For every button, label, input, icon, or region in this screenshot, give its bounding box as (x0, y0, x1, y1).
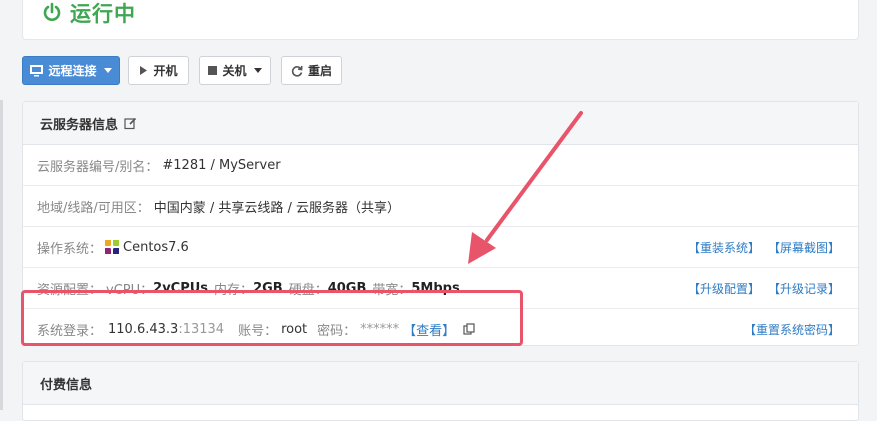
shutdown-button[interactable]: 关机 (199, 56, 271, 85)
os-value: Centos7.6 (123, 239, 189, 255)
disk-value: 40GB (327, 280, 367, 296)
edit-icon[interactable] (124, 117, 137, 130)
disk-label: 硬盘： (288, 282, 328, 298)
account-label: 账号： (238, 323, 278, 339)
view-password-link[interactable]: 【查看】 (403, 320, 455, 339)
config-actions: 【升级配置】 【升级记录】 (688, 280, 840, 297)
region-row: 地域/线路/可用区： 中国内蒙 / 共享云线路 / 云服务器（共享） (23, 186, 858, 227)
login-port: :13134 (178, 321, 225, 337)
login-ip: 110.6.43.3 (108, 321, 179, 337)
account-value: root (281, 321, 308, 337)
os-row: 操作系统： Centos7.6 【重装系统】 【屏幕截图】 (23, 227, 858, 268)
password-value: ****** (360, 321, 400, 337)
billing-card: 付费信息 (22, 361, 859, 421)
server-id-label: 云服务器编号/别名： (37, 159, 159, 175)
start-label: 开机 (153, 64, 178, 78)
reset-password-link[interactable]: 【重置系统密码】 (744, 321, 840, 338)
page-left-border (0, 100, 3, 410)
memory-value: 2GB (253, 280, 283, 296)
region-label: 地域/线路/可用区： (37, 200, 150, 216)
server-info-title: 云服务器信息 (40, 117, 119, 133)
shutdown-label: 关机 (222, 64, 247, 78)
play-icon (140, 66, 148, 75)
config-label: 资源配置： (37, 282, 103, 298)
reinstall-system-link[interactable]: 【重装系统】 (688, 239, 760, 256)
chevron-down-icon (253, 68, 262, 73)
server-info-header: 云服务器信息 (23, 102, 858, 145)
config-row: 资源配置： vCPU： 2vCPUs 内存： 2GB 硬盘： 40GB 带宽： … (23, 268, 858, 309)
power-icon (43, 2, 61, 21)
refresh-icon (291, 65, 303, 77)
billing-title: 付费信息 (40, 377, 93, 393)
copy-icon[interactable] (463, 322, 476, 336)
status-label: 运行中 (70, 2, 136, 26)
billing-header: 付费信息 (23, 362, 858, 405)
server-id-value: #1281 / MyServer (162, 157, 281, 173)
region-value: 中国内蒙 / 共享云线路 / 云服务器（共享） (153, 200, 401, 216)
bandwidth-label: 带宽： (372, 282, 412, 298)
bandwidth-value: 5Mbps (411, 280, 460, 296)
chevron-down-icon (103, 68, 112, 73)
login-label: 系统登录： (37, 323, 103, 339)
restart-button[interactable]: 重启 (281, 56, 342, 85)
server-info-card: 云服务器信息 云服务器编号/别名： #1281 / MyServer 地域/线路… (22, 101, 859, 346)
upgrade-history-link[interactable]: 【升级记录】 (768, 280, 840, 297)
centos-logo-icon (105, 240, 120, 254)
start-button[interactable]: 开机 (128, 56, 189, 85)
screenshot-link[interactable]: 【屏幕截图】 (768, 239, 840, 256)
restart-label: 重启 (307, 64, 332, 78)
login-row: 系统登录： 110.6.43.3 :13134 账号： root 密码： ***… (23, 309, 858, 349)
stop-icon (208, 66, 218, 75)
login-actions: 【重置系统密码】 (744, 321, 840, 338)
os-actions: 【重装系统】 【屏幕截图】 (688, 239, 840, 256)
password-label: 密码： (317, 323, 357, 339)
status-card: 运行中 (22, 0, 859, 40)
memory-label: 内存： (214, 282, 254, 298)
os-label: 操作系统： (37, 241, 103, 257)
remote-connect-label: 远程连接 (48, 64, 97, 78)
upgrade-config-link[interactable]: 【升级配置】 (688, 280, 760, 297)
vcpu-value: 2vCPUs (153, 280, 209, 296)
remote-connect-button[interactable]: 远程连接 (22, 56, 120, 85)
vcpu-label: vCPU： (106, 282, 154, 298)
server-id-row: 云服务器编号/别名： #1281 / MyServer (23, 145, 858, 186)
monitor-icon (30, 64, 44, 76)
